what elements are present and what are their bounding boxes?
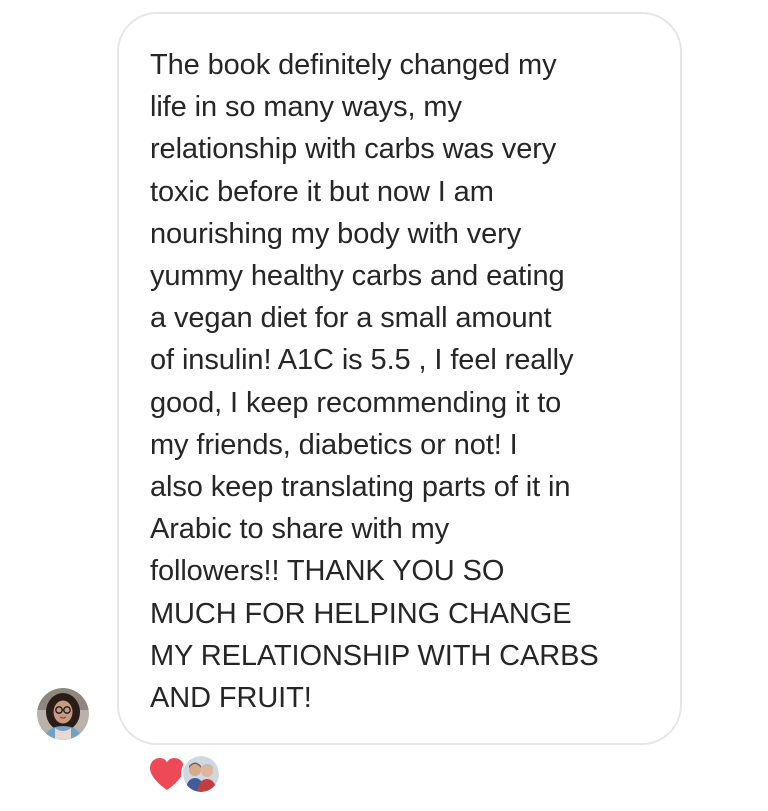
message-line: MY RELATIONSHIP WITH CARBS <box>150 639 599 672</box>
message-line: AND FRUIT! <box>150 682 312 715</box>
message-thread: The book definitely changed my life in s… <box>0 0 768 811</box>
reactor-avatar-photo-icon <box>183 756 219 792</box>
message-line: MUCH FOR HELPING CHANGE <box>150 597 572 630</box>
message-line: of insulin! A1C is 5.5 , I feel really <box>150 344 574 377</box>
message-line: Arabic to share with my <box>150 513 450 546</box>
message-text: The book definitely changed my life in s… <box>150 44 652 719</box>
message-line: good, I keep recommending it to <box>150 386 562 419</box>
message-line: life in so many ways, my <box>150 91 462 124</box>
message-line: my friends, diabetics or not! I <box>150 428 518 461</box>
message-line: also keep translating parts of it in <box>150 471 571 504</box>
message-line: relationship with carbs was very <box>150 133 557 166</box>
message-bubble[interactable]: The book definitely changed my life in s… <box>117 12 682 745</box>
message-line: nourishing my body with very <box>150 217 522 250</box>
message-line: toxic before it but now I am <box>150 175 494 208</box>
sender-avatar[interactable] <box>37 688 89 740</box>
message-line: followers!! THANK YOU SO <box>150 555 505 588</box>
reactor-avatar[interactable] <box>181 754 221 794</box>
message-line: a vegan diet for a small amount <box>150 302 552 335</box>
user-avatar-photo-icon <box>37 688 89 740</box>
reactions-bar[interactable] <box>147 754 221 794</box>
message-line: yummy healthy carbs and eating <box>150 260 565 293</box>
message-line: The book definitely changed my <box>150 49 557 81</box>
